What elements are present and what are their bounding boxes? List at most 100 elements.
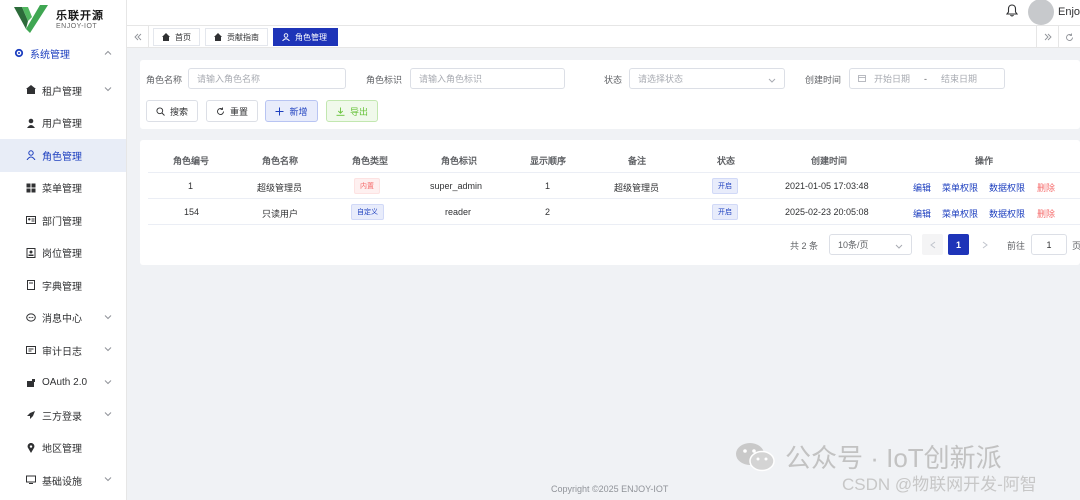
cell-type: 自定义 — [351, 204, 384, 220]
sidebar-item-dict[interactable]: 字典管理 — [0, 269, 126, 302]
delete-link[interactable]: 删除 — [1037, 207, 1055, 220]
sidebar-item-menu[interactable]: 菜单管理 — [0, 172, 126, 205]
chevron-down-icon — [104, 377, 112, 388]
logo-title: 乐联开源 — [56, 9, 104, 22]
chat-icon — [26, 313, 36, 323]
logo-mark-icon — [14, 3, 50, 33]
data-permission-link[interactable]: 数据权限 — [989, 207, 1025, 220]
refresh-icon — [217, 107, 224, 115]
add-button[interactable]: 新增 — [265, 100, 318, 122]
user-name[interactable]: Enjoy — [1058, 6, 1080, 18]
edit-link[interactable]: 编辑 — [913, 181, 931, 194]
search-icon — [156, 106, 165, 116]
monitor-icon — [26, 475, 36, 485]
page-number-current[interactable]: 1 — [948, 234, 969, 255]
tab-home[interactable]: 首页 — [153, 28, 200, 46]
menu-group-label: 系统管理 — [30, 49, 70, 61]
chevron-down-icon — [104, 410, 112, 421]
tags-view: 首页 贡献指南 角色管理 — [127, 26, 1080, 48]
sidebar-item-oauth[interactable]: OAuth 2.0 — [0, 367, 126, 400]
sidebar-item-infra[interactable]: 基础设施 — [0, 464, 126, 497]
tab-role-management[interactable]: 角色管理 — [273, 28, 338, 46]
search-form: 角色名称 请输入角色名称 角色标识 请输入角色标识 状态 请选择状态 创建时间 … — [140, 60, 1080, 129]
status-badge: 开启 — [712, 178, 738, 194]
role-table: 角色编号 角色名称 角色类型 角色标识 显示顺序 备注 状态 创建时间 操作 1… — [140, 140, 1080, 265]
footer-copyright: Copyright ©2025 ENJOY-IOT — [551, 484, 669, 494]
sidebar-item-dept[interactable]: 部门管理 — [0, 204, 126, 237]
search-button[interactable]: 搜索 — [146, 100, 198, 122]
goto-page-input[interactable]: 1 — [1031, 234, 1067, 255]
tab-label: 贡献指南 — [227, 32, 259, 42]
end-date-input[interactable]: 结束日期 — [941, 72, 977, 85]
cell-sort: 2 — [545, 207, 551, 217]
log-icon — [26, 345, 36, 355]
export-button[interactable]: 导出 — [326, 100, 378, 122]
sidebar-item-label: 部门管理 — [42, 216, 82, 228]
id-card-icon — [26, 215, 36, 225]
edit-link[interactable]: 编辑 — [913, 207, 931, 220]
cell-code: super_admin — [430, 181, 483, 191]
sidebar-item-message[interactable]: 消息中心 — [0, 302, 126, 335]
status-badge: 开启 — [712, 204, 738, 220]
cell-created: 2021-01-05 17:03:48 — [785, 181, 869, 191]
sidebar-item-label: 地区管理 — [42, 444, 82, 456]
avatar[interactable] — [1028, 0, 1054, 25]
row-divider — [148, 224, 1080, 225]
type-tag: 自定义 — [351, 204, 384, 220]
sidebar-item-label: 用户管理 — [42, 119, 82, 131]
role-code-input[interactable]: 请输入角色标识 — [410, 68, 565, 89]
tab-label: 角色管理 — [295, 32, 327, 42]
col-header-created: 创建时间 — [811, 156, 848, 166]
sidebar-item-area[interactable]: 地区管理 — [0, 432, 126, 465]
search-button-label: 搜索 — [169, 106, 188, 117]
role-name-input[interactable]: 请输入角色名称 — [188, 68, 346, 89]
cell-status: 开启 — [712, 178, 738, 194]
status-placeholder: 请选择状态 — [638, 74, 684, 84]
calendar-icon — [858, 74, 866, 84]
reset-button-label: 重置 — [229, 106, 248, 117]
menu-group-system[interactable]: 系统管理 — [0, 38, 126, 68]
role-name-label: 角色名称 — [146, 75, 183, 85]
csdn-watermark: CSDN @物联网开发-阿智 — [842, 475, 1037, 494]
create-time-label: 创建时间 — [805, 75, 842, 85]
sidebar-item-label: 审计日志 — [42, 346, 82, 358]
sidebar-item-social-login[interactable]: 三方登录 — [0, 399, 126, 432]
refresh-icon[interactable] — [1058, 26, 1080, 48]
tab-contribution-guide[interactable]: 贡献指南 — [205, 28, 268, 46]
row-divider — [148, 198, 1080, 199]
cell-type: 内置 — [354, 178, 380, 194]
chevron-left-icon — [929, 241, 935, 248]
tabs-scroll-right-icon[interactable] — [1036, 26, 1058, 48]
next-page-button[interactable] — [974, 234, 995, 255]
sidebar: 乐联开源 ENJOY-IOT 系统管理 租户管理 用户管理 角色管理 菜单管理 … — [0, 0, 127, 500]
data-permission-link[interactable]: 数据权限 — [989, 181, 1025, 194]
user-outline-icon — [26, 150, 36, 161]
page-size-select[interactable]: 10条/页 — [829, 234, 912, 255]
sidebar-item-post[interactable]: 岗位管理 — [0, 237, 126, 270]
user-icon — [26, 118, 36, 128]
chevron-up-icon — [104, 48, 112, 59]
sidebar-item-label: 基础设施 — [42, 476, 82, 488]
prev-page-button[interactable] — [922, 234, 943, 255]
delete-link[interactable]: 删除 — [1037, 181, 1055, 194]
chevron-down-icon — [104, 345, 112, 356]
create-time-range[interactable]: 开始日期 - 结束日期 — [849, 68, 1005, 89]
building-icon — [26, 85, 36, 95]
sidebar-item-label: 岗位管理 — [42, 249, 82, 261]
menu-permission-link[interactable]: 菜单权限 — [942, 207, 978, 220]
menu-permission-link[interactable]: 菜单权限 — [942, 181, 978, 194]
add-button-label: 新增 — [289, 106, 308, 117]
top-header: Enjoy — [127, 0, 1080, 26]
status-select[interactable]: 请选择状态 — [629, 68, 785, 89]
sidebar-item-user[interactable]: 用户管理 — [0, 107, 126, 140]
tabs-scroll-left-icon[interactable] — [127, 26, 149, 48]
start-date-input[interactable]: 开始日期 — [874, 72, 910, 85]
col-header-code: 角色标识 — [441, 156, 478, 166]
chevron-down-icon — [104, 475, 112, 486]
sidebar-item-tenant[interactable]: 租户管理 — [0, 74, 126, 107]
reset-button[interactable]: 重置 — [206, 100, 258, 122]
sidebar-item-role[interactable]: 角色管理 — [0, 139, 126, 172]
logo[interactable]: 乐联开源 ENJOY-IOT — [0, 0, 126, 36]
bell-icon[interactable] — [1005, 4, 1019, 20]
sidebar-item-audit-log[interactable]: 审计日志 — [0, 334, 126, 367]
